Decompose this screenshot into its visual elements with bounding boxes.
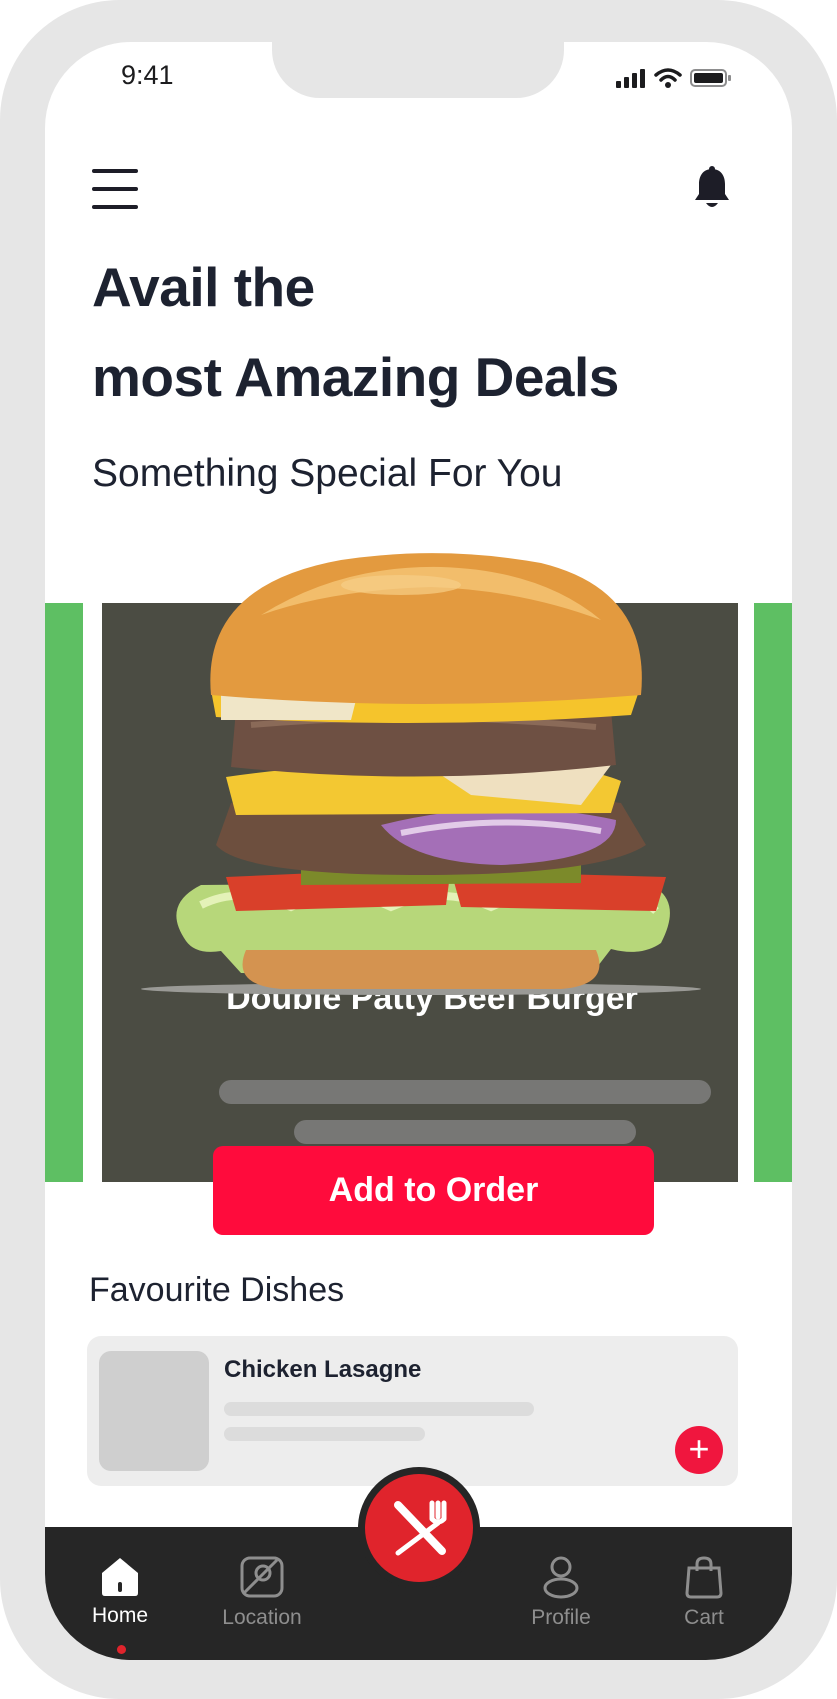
hamburger-menu-icon[interactable] — [92, 169, 138, 209]
favourite-dish-card[interactable]: Chicken Lasagne + — [87, 1336, 738, 1486]
favourites-section-title: Favourite Dishes — [89, 1271, 345, 1309]
promo-description-placeholder — [294, 1120, 636, 1144]
shopping-bag-icon — [685, 1556, 723, 1599]
page-headline: Avail the most Amazing Deals — [92, 242, 619, 422]
notch — [272, 42, 564, 98]
tab-cart[interactable]: Cart — [644, 1555, 764, 1630]
fork-knife-icon — [394, 1500, 447, 1556]
dish-description-placeholder — [224, 1427, 425, 1441]
headline-line-1: Avail the — [92, 256, 315, 318]
headline-line-2: most Amazing Deals — [92, 346, 619, 408]
bell-icon[interactable] — [693, 166, 731, 212]
tab-home-label: Home — [91, 1604, 149, 1627]
home-icon — [102, 1558, 138, 1596]
phone-frame: 9:41 Avail the most Amazing Deals Someth… — [0, 0, 837, 1699]
tab-home[interactable]: Home — [60, 1555, 180, 1628]
tab-profile[interactable]: Profile — [501, 1555, 621, 1630]
tab-cart-label: Cart — [684, 1606, 724, 1629]
promo-description-placeholder — [219, 1080, 711, 1104]
map-location-icon — [240, 1556, 284, 1598]
cellular-signal-icon — [616, 69, 645, 88]
active-tab-indicator — [117, 1645, 126, 1654]
menu-fab-button[interactable] — [358, 1467, 480, 1589]
profile-icon — [543, 1556, 579, 1599]
battery-icon — [690, 69, 731, 87]
tab-location[interactable]: Location — [202, 1555, 322, 1630]
add-to-order-button[interactable]: Add to Order — [213, 1146, 654, 1235]
status-icons — [616, 68, 732, 88]
tab-location-label: Location — [222, 1606, 302, 1629]
burger-image — [141, 553, 701, 995]
wifi-icon — [654, 68, 682, 88]
add-dish-button[interactable]: + — [675, 1426, 723, 1474]
carousel-prev-card[interactable] — [45, 603, 83, 1182]
carousel-next-card[interactable] — [754, 603, 792, 1182]
dish-description-placeholder — [224, 1402, 534, 1416]
dish-name: Chicken Lasagne — [224, 1356, 422, 1383]
tab-profile-label: Profile — [531, 1606, 591, 1629]
page-subtitle: Something Special For You — [92, 452, 563, 495]
app-screen: 9:41 Avail the most Amazing Deals Someth… — [45, 42, 792, 1660]
dish-thumbnail — [99, 1351, 209, 1471]
status-time: 9:41 — [121, 60, 174, 90]
